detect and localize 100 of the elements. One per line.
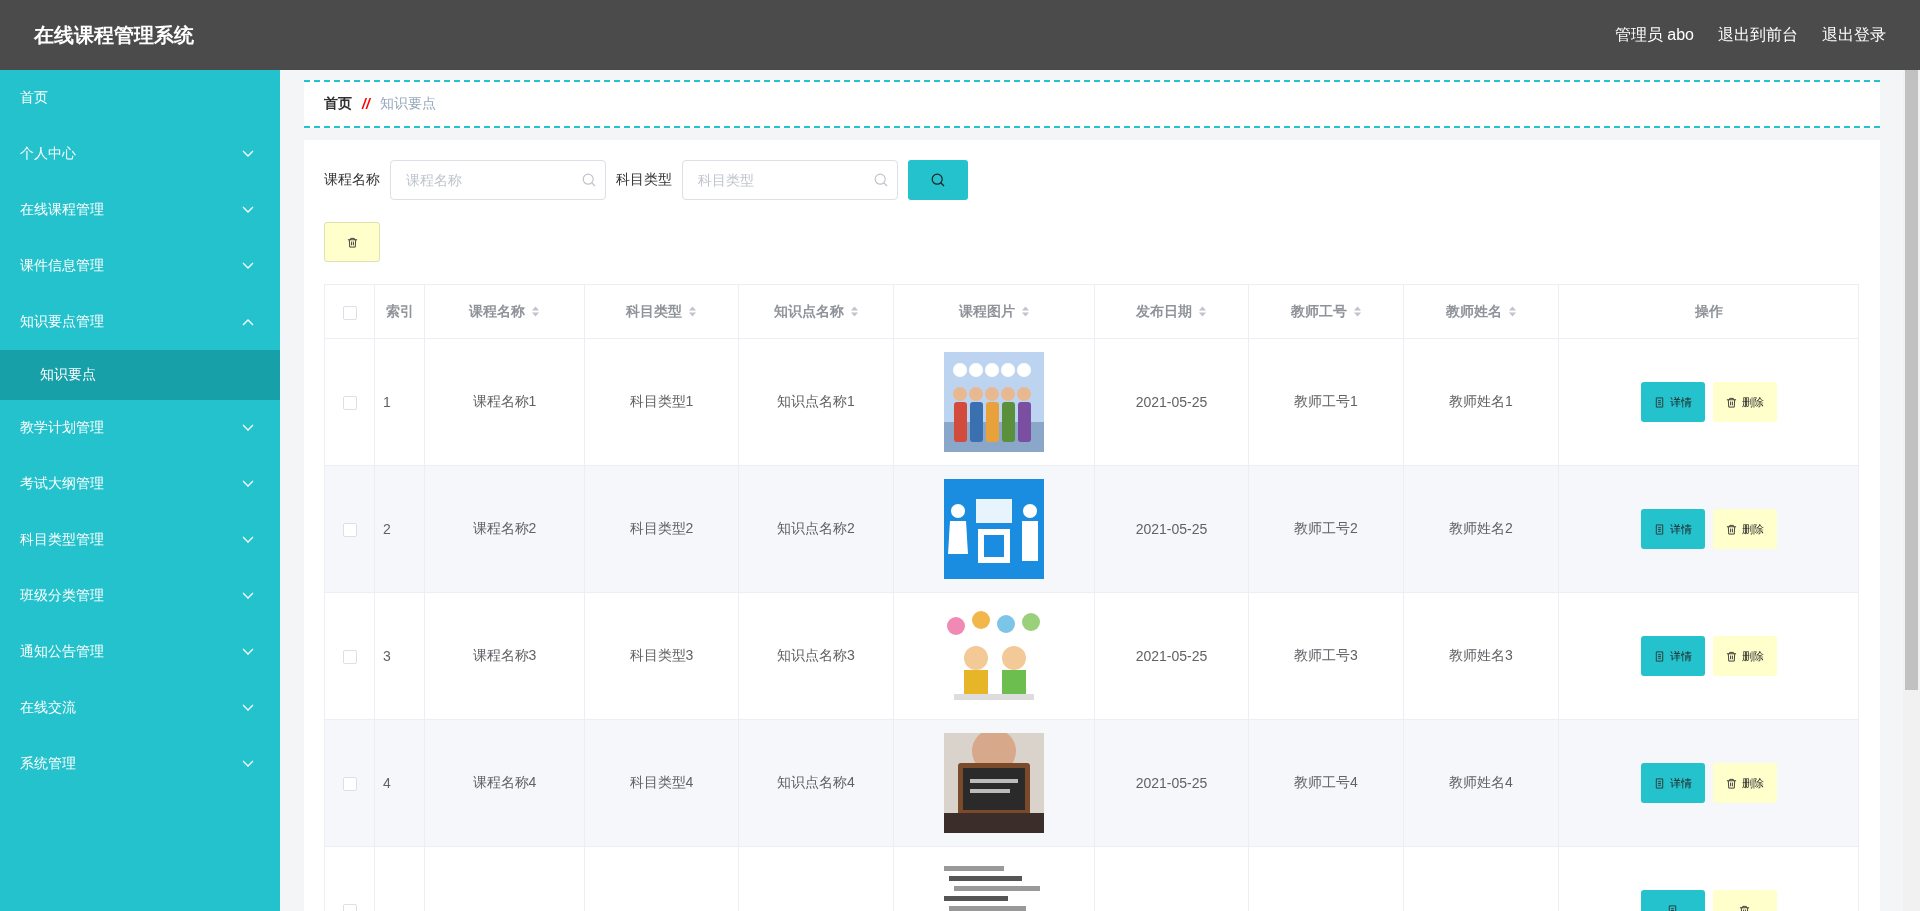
delete-button[interactable]: 删除 bbox=[1712, 382, 1777, 422]
sidebar-item[interactable]: 在线课程管理 bbox=[0, 182, 280, 238]
sidebar-item[interactable]: 考试大纲管理 bbox=[0, 456, 280, 512]
table-cell: 知识点名称2 bbox=[777, 520, 855, 536]
breadcrumb-current: 知识要点 bbox=[379, 95, 436, 113]
header-link[interactable]: 退出到前台 bbox=[1718, 24, 1798, 46]
sidebar-item[interactable]: 教学计划管理 bbox=[0, 400, 280, 456]
detail-button[interactable]: 详情 bbox=[1640, 382, 1705, 422]
sidebar-item[interactable]: 科目类型管理 bbox=[0, 512, 280, 568]
column-header: 索引 bbox=[385, 302, 414, 321]
sort-icon[interactable] bbox=[531, 305, 540, 318]
chevron-down-icon bbox=[242, 262, 254, 270]
search-field[interactable]: 科目类型 bbox=[682, 160, 898, 200]
sidebar-item[interactable]: 在线交流 bbox=[0, 680, 280, 736]
table-cell: 2021-05-25 bbox=[1135, 521, 1208, 537]
table-cell: 课程名称1 bbox=[472, 393, 537, 409]
search-button[interactable] bbox=[908, 160, 968, 200]
sort-icon[interactable] bbox=[688, 305, 697, 318]
trash-icon bbox=[1725, 523, 1737, 535]
field-label: 课程名称 bbox=[324, 171, 380, 189]
search-icon bbox=[931, 173, 945, 187]
delete-button[interactable] bbox=[324, 222, 380, 262]
column-header: 操作 bbox=[1694, 302, 1723, 321]
breadcrumb-separator: // bbox=[362, 96, 370, 112]
search-icon bbox=[874, 173, 888, 187]
column-header: 知识点名称 bbox=[773, 302, 844, 321]
table-cell: 课程名称4 bbox=[472, 774, 537, 790]
table-cell: 教师工号2 bbox=[1294, 520, 1358, 536]
search-field[interactable]: 课程名称 bbox=[390, 160, 606, 200]
table-cell: 教师姓名3 bbox=[1449, 647, 1513, 663]
checkbox[interactable] bbox=[342, 305, 357, 320]
sidebar-item[interactable]: 通知公告管理 bbox=[0, 624, 280, 680]
chevron-down-icon bbox=[242, 704, 254, 712]
table-cell: 教师工号1 bbox=[1294, 393, 1358, 409]
table-cell: 教师工号4 bbox=[1294, 774, 1358, 790]
table-cell: 教师姓名1 bbox=[1449, 393, 1513, 409]
search-icon bbox=[582, 173, 596, 187]
header-link[interactable]: 退出登录 bbox=[1822, 24, 1886, 46]
table-cell: 2021-05-25 bbox=[1135, 775, 1208, 791]
table-cell: 1 bbox=[383, 394, 391, 410]
scrollbar[interactable] bbox=[1903, 70, 1920, 911]
table-cell: 科目类型2 bbox=[629, 520, 694, 536]
delete-button[interactable]: 删除 bbox=[1712, 636, 1777, 676]
scrollbar-thumb[interactable] bbox=[1905, 70, 1918, 690]
chevron-down-icon bbox=[242, 424, 254, 432]
column-header: 科目类型 bbox=[626, 302, 682, 321]
sort-icon[interactable] bbox=[1507, 305, 1517, 318]
detail-button[interactable]: 详情 bbox=[1640, 509, 1705, 549]
document-icon bbox=[1653, 396, 1665, 408]
trash-icon bbox=[1725, 650, 1737, 662]
chevron-up-icon bbox=[242, 318, 254, 326]
chevron-down-icon bbox=[242, 760, 254, 768]
column-header: 教师工号 bbox=[1290, 302, 1347, 321]
table-cell: 课程名称2 bbox=[472, 520, 537, 536]
table-cell: 知识点名称3 bbox=[777, 647, 855, 663]
table-cell: 知识点名称1 bbox=[777, 393, 855, 409]
sidebar-item[interactable]: 知识要点管理 bbox=[0, 294, 280, 350]
sidebar-item[interactable]: 班级分类管理 bbox=[0, 568, 280, 624]
checkbox[interactable] bbox=[342, 396, 357, 411]
sidebar-item[interactable]: 系统管理 bbox=[0, 736, 280, 792]
chevron-down-icon bbox=[242, 206, 254, 214]
checkbox[interactable] bbox=[342, 777, 357, 792]
delete-button[interactable]: 删除 bbox=[1712, 763, 1777, 803]
sort-icon[interactable] bbox=[849, 305, 859, 318]
document-icon bbox=[1653, 523, 1665, 535]
table-cell: 2021-05-25 bbox=[1135, 394, 1208, 410]
sidebar-item[interactable]: 首页 bbox=[0, 70, 280, 126]
detail-button[interactable]: 详情 bbox=[1640, 763, 1705, 803]
table-cell: 科目类型1 bbox=[629, 393, 694, 409]
table-cell: 教师姓名2 bbox=[1449, 520, 1513, 536]
sort-icon[interactable] bbox=[1020, 305, 1030, 318]
app-title: 在线课程管理系统 bbox=[34, 22, 194, 48]
table-cell: 2021-05-25 bbox=[1135, 648, 1208, 664]
sidebar-item[interactable]: 课件信息管理 bbox=[0, 238, 280, 294]
detail-button[interactable]: 详情 bbox=[1640, 636, 1705, 676]
trash-icon bbox=[1725, 777, 1737, 789]
table-cell: 2 bbox=[383, 521, 391, 537]
sort-icon[interactable] bbox=[1352, 305, 1362, 318]
document-icon bbox=[1653, 650, 1665, 662]
chevron-down-icon bbox=[242, 536, 254, 544]
table-cell: 4 bbox=[383, 775, 391, 791]
checkbox[interactable] bbox=[342, 523, 357, 538]
column-header: 发布日期 bbox=[1136, 302, 1192, 321]
trash-icon bbox=[1725, 396, 1737, 408]
checkbox[interactable] bbox=[342, 650, 357, 665]
chevron-down-icon bbox=[242, 592, 254, 600]
table-cell: 教师姓名4 bbox=[1449, 774, 1513, 790]
table-cell: 3 bbox=[383, 648, 391, 664]
delete-button[interactable]: 删除 bbox=[1712, 509, 1777, 549]
column-header: 课程图片 bbox=[958, 302, 1015, 321]
sidebar-item[interactable]: 个人中心 bbox=[0, 126, 280, 182]
column-header: 教师姓名 bbox=[1445, 302, 1502, 321]
chevron-down-icon bbox=[242, 648, 254, 656]
table-cell: 课程名称3 bbox=[472, 647, 537, 663]
sort-icon[interactable] bbox=[1198, 305, 1207, 318]
document-icon bbox=[1653, 777, 1665, 789]
sidebar-subitem[interactable]: 知识要点 bbox=[0, 350, 280, 400]
chevron-down-icon bbox=[242, 150, 254, 158]
header-link[interactable]: 管理员 abo bbox=[1614, 24, 1694, 46]
breadcrumb-link[interactable]: 首页 bbox=[324, 95, 352, 113]
